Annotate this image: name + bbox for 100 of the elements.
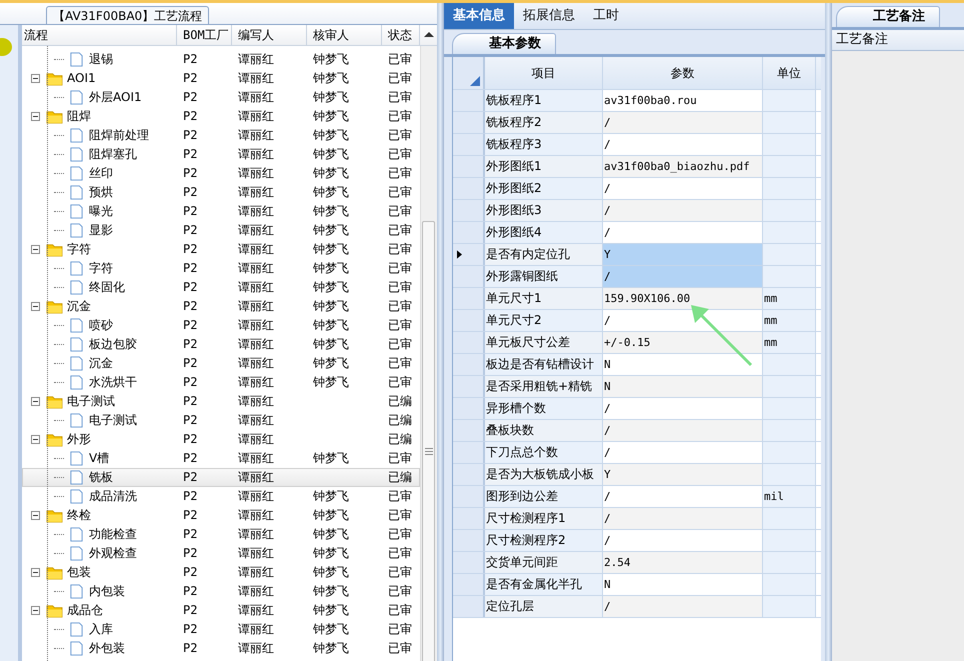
step-name[interactable]: 成品仓 (67, 601, 103, 620)
value-cell[interactable]: / (603, 310, 763, 331)
scrollbar[interactable] (420, 46, 437, 661)
value-cell[interactable]: / (603, 398, 763, 419)
value-cell[interactable]: 2.54 (603, 552, 763, 573)
value-cell[interactable]: / (603, 134, 763, 155)
scroll-thumb[interactable] (422, 221, 435, 661)
panel-tab[interactable]: 工艺备注 (836, 6, 940, 27)
step-name[interactable]: 终固化 (89, 278, 125, 297)
collapse-icon[interactable] (31, 511, 40, 520)
table-cell-text: 已审 (387, 184, 413, 201)
step-name[interactable]: 阻焊塞孔 (89, 145, 137, 164)
value-cell[interactable]: / (603, 530, 763, 551)
value-cell[interactable]: / (603, 486, 763, 507)
value-cell[interactable]: / (603, 200, 763, 221)
column-header[interactable]: 参数 (603, 57, 763, 89)
table-cell: 单元尺寸2 (485, 310, 603, 331)
step-name[interactable]: 电子测试 (89, 411, 137, 430)
value-cell[interactable]: / (603, 596, 763, 617)
step-name[interactable]: 终检 (67, 506, 91, 525)
step-name[interactable]: 铣板 (89, 468, 113, 487)
step-name[interactable]: 外形 (67, 430, 91, 449)
collapse-icon[interactable] (31, 397, 40, 406)
column-header[interactable]: 单位 (763, 57, 816, 89)
step-name[interactable]: 曝光 (89, 202, 113, 221)
column-header[interactable]: 状态 (382, 25, 420, 45)
tab[interactable]: 工时 (584, 3, 628, 29)
collapse-icon[interactable] (31, 606, 40, 615)
value-cell[interactable]: / (603, 420, 763, 441)
collapse-icon[interactable] (31, 435, 40, 444)
value-cell[interactable]: av31f00ba0_biaozhu.pdf (603, 156, 763, 177)
splitter[interactable] (825, 3, 832, 661)
column-header[interactable]: 编写人 (232, 25, 307, 45)
collapse-icon[interactable] (31, 568, 40, 577)
table-cell-text: 已编 (387, 469, 413, 486)
value-cell[interactable]: / (603, 178, 763, 199)
table-cell-text: 谭丽红 (237, 431, 275, 448)
step-name[interactable]: 沉金 (89, 354, 113, 373)
value-cell[interactable]: / (603, 266, 763, 287)
value-cell[interactable]: +/-0.15 (603, 332, 763, 353)
step-name[interactable]: 外包装 (89, 639, 125, 658)
collapse-icon[interactable] (31, 302, 40, 311)
value-cell[interactable]: Y (603, 464, 763, 485)
column-header[interactable]: BOM工厂 (177, 25, 232, 45)
value-cell[interactable]: N (603, 354, 763, 375)
table-cell-text: P2 (182, 393, 198, 410)
step-name[interactable]: 外观检查 (89, 544, 137, 563)
value-cell[interactable]: N (603, 574, 763, 595)
tab[interactable]: 拓展信息 (514, 3, 584, 29)
step-name[interactable]: V槽 (89, 449, 110, 468)
step-name[interactable]: 入库 (89, 620, 113, 639)
value-cell[interactable]: av31f00ba0.rou (603, 90, 763, 111)
step-name[interactable]: 喷砂 (89, 316, 113, 335)
step-name[interactable]: 预烘 (89, 183, 113, 202)
step-name[interactable]: 板边包胶 (89, 335, 137, 354)
panel-tab[interactable]: 【AV31F00BA0】工艺流程 (46, 6, 210, 24)
step-name[interactable]: 阻焊前处理 (89, 126, 149, 145)
collapse-icon[interactable] (31, 112, 40, 121)
select-all-corner[interactable] (453, 57, 485, 89)
selected-row[interactable]: 铣板 P2 谭丽红 已编 (22, 468, 420, 487)
panel-tab[interactable]: 基本参数 (452, 33, 556, 54)
value-cell[interactable]: / (603, 508, 763, 529)
table-cell-text: 已审 (387, 317, 413, 334)
table-cell-text: 已审 (387, 260, 413, 277)
collapse-icon[interactable] (31, 245, 40, 254)
step-name[interactable]: 成品清洗 (89, 487, 137, 506)
document-icon (68, 185, 85, 200)
step-name[interactable]: 字符 (67, 240, 91, 259)
step-name[interactable]: 电子测试 (67, 392, 115, 411)
value-cell[interactable]: / (603, 112, 763, 133)
column-header[interactable]: 项目 (485, 57, 603, 89)
step-name[interactable]: 阻焊 (67, 107, 91, 126)
column-header[interactable]: 核审人 (307, 25, 382, 45)
tab[interactable]: 基本信息 (444, 3, 514, 29)
table-cell-text: 钟梦飞 (313, 165, 349, 182)
collapse-icon[interactable] (31, 74, 40, 83)
value-cell[interactable]: / (603, 442, 763, 463)
table-cell-text: 谭丽红 (237, 355, 275, 372)
row-header[interactable] (453, 244, 485, 265)
value-cell[interactable]: Y (603, 244, 763, 265)
document-icon (68, 375, 85, 390)
table-cell-text: 钟梦飞 (313, 260, 349, 277)
table-cell-text: 已审 (387, 70, 413, 87)
step-name[interactable]: AOI1 (67, 69, 96, 88)
table-cell-text: P2 (182, 450, 198, 467)
value-cell[interactable]: N (603, 376, 763, 397)
column-header[interactable]: 流程 (22, 25, 177, 45)
step-name[interactable]: 丝印 (89, 164, 113, 183)
step-name[interactable]: 沉金 (67, 297, 91, 316)
step-name[interactable]: 字符 (89, 259, 113, 278)
step-name[interactable]: 外层AOI1 (89, 88, 142, 107)
step-name[interactable]: 功能检查 (89, 525, 137, 544)
table-cell-text: 已审 (387, 336, 413, 353)
value-cell[interactable]: / (603, 222, 763, 243)
step-name[interactable]: 显影 (89, 221, 113, 240)
step-name[interactable]: 包装 (67, 563, 91, 582)
value-cell[interactable]: 159.90X106.00 (603, 288, 763, 309)
step-name[interactable]: 水洗烘干 (89, 373, 137, 392)
step-name[interactable]: 内包装 (89, 582, 125, 601)
step-name[interactable]: 退锡 (89, 50, 113, 69)
